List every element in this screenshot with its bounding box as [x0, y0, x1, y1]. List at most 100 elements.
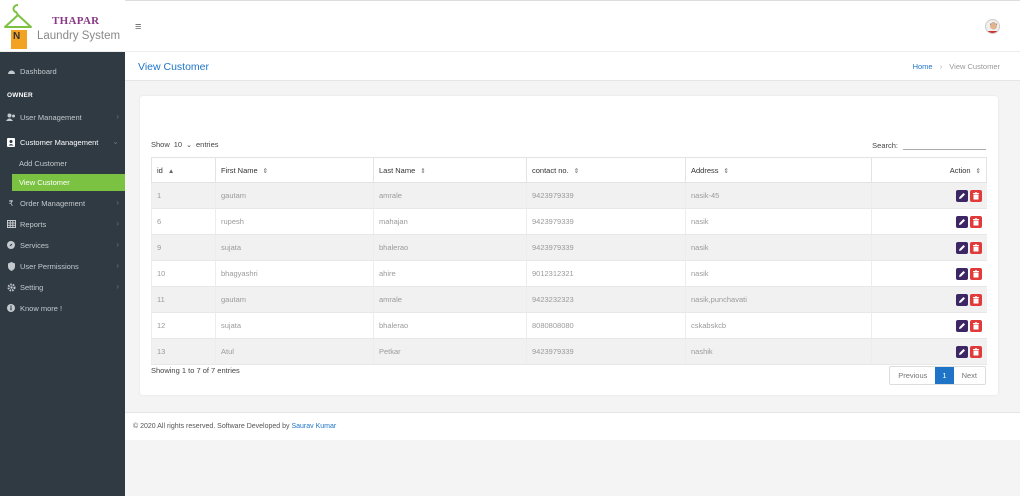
chevron-down-icon: ⌄: [186, 141, 192, 149]
user-avatar[interactable]: [985, 19, 1000, 34]
hanger-logo-icon: [4, 4, 32, 49]
cell-address: nasik: [685, 234, 872, 261]
table-row: 9 sujata bhalerao 9423979339 nasik: [151, 234, 987, 261]
logo-area[interactable]: N THAPAR Laundry System: [0, 0, 125, 52]
customer-table-card: Show 10 ⌄ entries Search: id ▲ First Name…: [140, 96, 998, 395]
sidebar: Dashboard OWNER User Management › Custom…: [0, 52, 125, 496]
cell-last-name: amrale: [373, 286, 527, 313]
edit-button[interactable]: [955, 241, 968, 254]
cell-id: 1: [151, 182, 216, 209]
sidebar-item-customer-management[interactable]: Customer Management ⌄: [0, 132, 125, 152]
pagination-next-button[interactable]: Next: [954, 367, 985, 384]
chevron-right-icon: ›: [116, 112, 119, 121]
delete-button[interactable]: [969, 319, 982, 332]
chevron-right-icon: ›: [116, 261, 119, 270]
sidebar-item-user-permissions[interactable]: User Permissions ›: [0, 256, 125, 276]
dashboard-icon: [6, 66, 16, 76]
breadcrumb-separator-icon: ›: [939, 62, 943, 71]
trash-icon: [972, 295, 979, 303]
column-header-id[interactable]: id ▲: [151, 157, 216, 183]
sort-icon: ⇕: [975, 167, 981, 175]
cell-first-name: gautam: [215, 286, 374, 313]
entries-select[interactable]: 10 ⌄: [174, 140, 192, 149]
delete-button[interactable]: [969, 293, 982, 306]
cell-contact: 8080808080: [526, 312, 686, 339]
delete-button[interactable]: [969, 241, 982, 254]
show-label: Show: [151, 140, 170, 149]
cell-first-name: sujata: [215, 234, 374, 261]
chevron-down-icon: ⌄: [112, 137, 119, 146]
column-header-contact[interactable]: contact no. ⇕: [526, 157, 686, 183]
edit-button[interactable]: [955, 215, 968, 228]
search-label: Search:: [872, 140, 898, 150]
sidebar-item-label: User Management: [20, 112, 82, 122]
pagination-previous-button[interactable]: Previous: [890, 367, 935, 384]
breadcrumb: Home › View Customer: [913, 62, 1000, 71]
pagination-page-button[interactable]: 1: [935, 367, 954, 384]
pencil-icon: [958, 192, 965, 199]
gear-icon: [6, 282, 16, 292]
cell-first-name: rupesh: [215, 208, 374, 235]
column-header-first-name[interactable]: First Name ⇕: [215, 157, 374, 183]
trash-icon: [972, 191, 979, 199]
sidebar-item-reports[interactable]: Reports ›: [0, 214, 125, 234]
menu-toggle-icon[interactable]: ≡: [135, 21, 141, 33]
cell-first-name: Atul: [215, 338, 374, 365]
column-header-action[interactable]: Action ⇕: [871, 157, 987, 183]
sidebar-item-user-management[interactable]: User Management ›: [0, 107, 125, 127]
sidebar-item-services[interactable]: Services ›: [0, 235, 125, 255]
customer-table: id ▲ First Name ⇕ Last Name ⇕ contact no. ⇕ …: [151, 157, 987, 365]
cell-action: [871, 182, 987, 209]
cell-contact: 9423232323: [526, 286, 686, 313]
breadcrumb-current: View Customer: [949, 62, 1000, 71]
sidebar-item-label: Order Management: [20, 198, 86, 208]
cell-last-name: bhalerao: [373, 312, 527, 339]
address-book-icon: [6, 137, 16, 147]
sidebar-item-label: Reports: [20, 219, 47, 229]
sidebar-section-owner: OWNER: [7, 92, 33, 99]
pencil-icon: [958, 348, 965, 355]
cell-address: nashik: [685, 338, 872, 365]
page-title: View Customer: [138, 61, 209, 73]
delete-button[interactable]: [969, 189, 982, 202]
cell-contact: 9423979339: [526, 234, 686, 261]
cell-id: 6: [151, 208, 216, 235]
developer-link[interactable]: Saurav Kumar: [291, 423, 336, 430]
info-icon: [6, 303, 16, 313]
sidebar-item-order-management[interactable]: ₹ Order Management ›: [0, 193, 125, 213]
table-row: 10 bhagyashri ahire 9012312321 nasik: [151, 260, 987, 287]
breadcrumb-home-link[interactable]: Home: [913, 62, 933, 71]
sidebar-item-label: Customer Management: [20, 137, 99, 147]
sidebar-subitem-add-customer[interactable]: Add Customer: [0, 155, 125, 172]
table-row: 6 rupesh mahajan 9423979339 nasik: [151, 208, 987, 235]
cell-first-name: bhagyashri: [215, 260, 374, 287]
delete-button[interactable]: [969, 267, 982, 280]
cell-address: nasik-45: [685, 182, 872, 209]
edit-button[interactable]: [955, 345, 968, 358]
sidebar-subitem-view-customer[interactable]: View Customer: [12, 174, 125, 191]
delete-button[interactable]: [969, 215, 982, 228]
page-header: View Customer Home › View Customer: [125, 52, 1020, 81]
cell-contact: 9012312321: [526, 260, 686, 287]
pencil-icon: [958, 244, 965, 251]
edit-button[interactable]: [955, 319, 968, 332]
sidebar-item-dashboard[interactable]: Dashboard: [0, 61, 125, 81]
column-header-address[interactable]: Address ⇕: [685, 157, 872, 183]
column-header-last-name[interactable]: Last Name ⇕: [373, 157, 527, 183]
sort-icon: ⇕: [573, 167, 580, 175]
edit-button[interactable]: [955, 267, 968, 280]
cell-last-name: amrale: [373, 182, 527, 209]
cell-action: [871, 260, 987, 287]
sidebar-item-setting[interactable]: Setting ›: [0, 277, 125, 297]
edit-button[interactable]: [955, 293, 968, 306]
sidebar-item-know-more[interactable]: Know more !: [0, 298, 125, 318]
sidebar-item-label: Dashboard: [20, 66, 57, 76]
search-input[interactable]: [903, 140, 986, 150]
edit-button[interactable]: [955, 189, 968, 202]
footer-text: © 2020 All rights reserved. Software Dev…: [133, 423, 336, 430]
pencil-icon: [958, 218, 965, 225]
delete-button[interactable]: [969, 345, 982, 358]
table-row: 1 gautam amrale 9423979339 nasik-45: [151, 182, 987, 209]
cell-address: nasik: [685, 208, 872, 235]
entries-label: entries: [195, 140, 219, 149]
